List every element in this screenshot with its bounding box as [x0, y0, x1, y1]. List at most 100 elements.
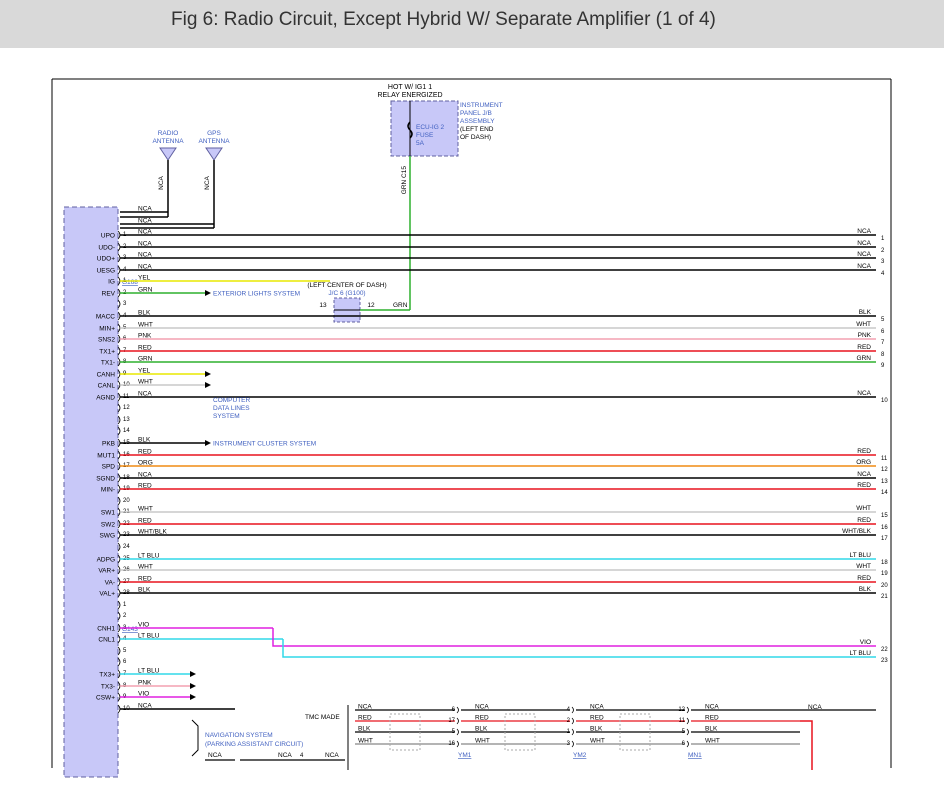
signal-label: UDO+ [97, 256, 115, 263]
tmc-pin: 2 [567, 718, 571, 724]
wire-label: NCA [208, 752, 222, 759]
tmc-pin: 5 [452, 729, 456, 735]
signal-label: CANH [97, 372, 116, 379]
right-pin-number: 11 [881, 456, 888, 462]
right-pin-number: 14 [881, 490, 888, 496]
right-wire-label: NCA [857, 228, 871, 235]
tmc-bracket [686, 717, 689, 725]
right-pin-number: 16 [881, 525, 888, 531]
right-pin-number: 7 [881, 340, 885, 346]
jc-name: J/C 6 (G100) [328, 290, 365, 297]
right-wire-label: WHT [856, 321, 871, 328]
jb-note-2: OF DASH) [460, 134, 491, 141]
radio-antenna-name1: RADIO [158, 130, 179, 137]
tmc-bracket [686, 728, 689, 736]
gps-antenna-name1: GPS [207, 130, 221, 137]
right-wire-label: NCA [857, 251, 871, 258]
signal-label: MUT1 [97, 453, 115, 460]
right-pin-number: 8 [881, 352, 885, 358]
signal-label: TX1- [101, 360, 115, 367]
right-wire-label: ORG [856, 459, 871, 466]
pin-number: 5 [123, 648, 127, 654]
tmc-pin: 11 [679, 718, 686, 724]
signal-label: MIN+ [99, 326, 115, 333]
power-label-line1: HOT W/ IG1 1 [388, 84, 432, 91]
arrow-icon [190, 683, 196, 689]
tmc-red-riser [800, 720, 813, 770]
jc-pin-right: 12 [367, 302, 375, 309]
pin-number: 12 [123, 405, 130, 411]
signal-label: TX1+ [99, 349, 115, 356]
tmc-connector-label: MN1 [688, 752, 702, 759]
right-pin-number: 19 [881, 571, 888, 577]
arrow-icon [190, 694, 196, 700]
pin-number: 20 [123, 498, 130, 504]
signal-label: AGND [96, 395, 115, 402]
signal-label: CANL [98, 383, 116, 390]
signal-label: SW2 [101, 522, 115, 529]
tmc-pin: 6 [452, 707, 456, 713]
tmc-pin: 1 [567, 729, 571, 735]
can-high-wire [272, 628, 876, 647]
jb-text-1: INSTRUMENT [460, 102, 503, 109]
signal-label: UESG [97, 268, 115, 275]
can-low-wire [282, 639, 876, 658]
signal-label: REV [102, 291, 116, 298]
arrow-icon [205, 440, 211, 446]
right-wire-label: RED [857, 448, 871, 455]
arrow-icon [205, 290, 211, 296]
navigation-line2: (PARKING ASSISTANT CIRCUIT) [205, 741, 303, 748]
right-wire-label: BLK [859, 586, 872, 593]
right-wire-label: NCA [857, 471, 871, 478]
pin-number: 3 [123, 301, 127, 307]
right-wire-label: BLK [859, 309, 872, 316]
right-wire-label: NCA [857, 263, 871, 270]
power-section: HOT W/ IG1 1 RELAY ENERGIZED ECU-IG 2 FU… [377, 84, 503, 310]
right-wire-label: WHT/BLK [842, 528, 872, 535]
tmc-bracket [456, 706, 459, 714]
jc-note: (LEFT CENTER OF DASH) [307, 282, 386, 289]
tmc-connector-label: YM2 [573, 752, 587, 759]
right-pin-number: 20 [881, 583, 888, 589]
power-label-line2: RELAY ENERGIZED [377, 92, 442, 99]
radio-antenna: RADIO ANTENNA NCA [120, 130, 184, 218]
destination-label: INSTRUMENT CLUSTER SYSTEM [213, 441, 316, 448]
right-wire-label: RED [857, 344, 871, 351]
signal-label: SW1 [101, 510, 115, 517]
tmc-bracket [456, 728, 459, 736]
jc-wire: GRN [393, 302, 408, 309]
navigation-line1: NAVIGATION SYSTEM [205, 732, 273, 739]
tmc-pin: 6 [682, 741, 686, 747]
right-wire-label: RED [857, 482, 871, 489]
tmc-pin: 16 [448, 741, 455, 747]
tmc-label: TMC MADE [305, 714, 340, 721]
signal-label: SNS2 [98, 337, 115, 344]
right-pin-number: 15 [881, 513, 888, 519]
gps-antenna-wire: NCA [204, 175, 211, 189]
right-pin-number: 23 [881, 658, 888, 664]
right-pin-number: 4 [881, 271, 885, 277]
computer-data-line1: COMPUTER [213, 397, 251, 404]
tmc-bracket [571, 706, 574, 714]
gps-antenna-icon [205, 147, 223, 161]
tmc-section: TMC MADE NCAREDBLKWHT6 NCA17 RED5 BLK16 WHTY… [305, 704, 876, 770]
tmc-pin: 5 [682, 729, 686, 735]
arrow-icon [205, 382, 211, 388]
arrow-icon [205, 371, 211, 377]
wire-label: NCA [278, 752, 292, 759]
right-wire-label: WHT [856, 505, 871, 512]
signal-label: SPD [102, 464, 116, 471]
signal-label: TX3+ [99, 672, 115, 679]
signal-label: CNL1 [98, 637, 115, 644]
power-connector-label: C15 [401, 166, 408, 178]
wiring-diagram: HOT W/ IG1 1 RELAY ENERGIZED ECU-IG 2 FU… [51, 78, 892, 778]
signal-label: VAL+ [99, 591, 115, 598]
signal-label: VA- [105, 580, 115, 587]
pin-number: 1 [123, 602, 127, 608]
right-pin-number: 12 [881, 467, 888, 473]
right-pin-number: 6 [881, 329, 885, 335]
pin-number: 14 [123, 428, 130, 434]
right-pin-number: 5 [881, 317, 885, 323]
diagram-frame [51, 78, 892, 768]
tmc-bracket [686, 706, 689, 714]
